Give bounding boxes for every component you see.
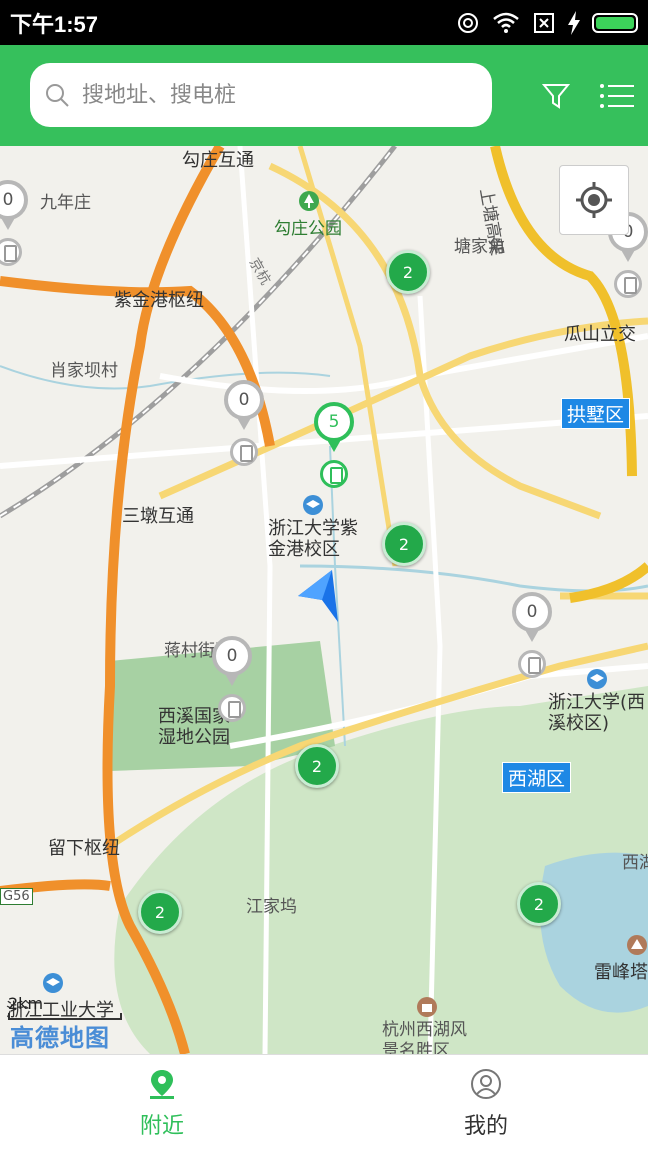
map-label-sandun-interchange: 三墩互通 [122, 506, 194, 527]
no-sim-icon [534, 12, 554, 33]
charging-station-icon [614, 270, 642, 298]
charger-cluster[interactable]: 2 [386, 250, 430, 294]
charger-cluster[interactable]: 2 [295, 744, 339, 788]
highway-badge-g56: G56 [0, 888, 33, 905]
location-pin-icon [150, 1070, 174, 1099]
charger-cluster[interactable]: 2 [138, 890, 182, 934]
user-icon [471, 1069, 501, 1099]
wifi-icon [493, 12, 519, 33]
hotspot-icon [458, 12, 478, 33]
status-icons [456, 10, 638, 35]
header [0, 45, 648, 146]
tab-label: 附近 [139, 1114, 184, 1139]
filter-icon [541, 84, 571, 109]
search-icon [46, 84, 69, 107]
charging-station-icon [518, 650, 546, 678]
landmark-icon [627, 935, 647, 955]
charging-station-icon [0, 238, 22, 266]
pin-count: 5 [314, 402, 354, 442]
locate-me-button[interactable] [559, 165, 629, 235]
filter-button[interactable] [535, 75, 577, 117]
map-label-xihu-lake: 西湖 [622, 853, 648, 873]
charger-cluster[interactable]: 2 [382, 522, 426, 566]
tab-mine[interactable]: 我的 [324, 1055, 648, 1153]
charging-station-icon [230, 438, 258, 466]
bottom-tab-bar: 附近 我的 [0, 1054, 648, 1153]
map-label-leifeng-tower: 雷峰塔 [594, 962, 648, 983]
map-label-jiunianzhuang: 九年庄 [40, 193, 91, 213]
battery-icon [592, 12, 638, 33]
map-label-jiangjiawu: 江家坞 [246, 897, 297, 917]
pin-count: 0 [0, 180, 28, 220]
charger-pin-available[interactable]: 5 [310, 402, 358, 492]
status-time: 下午1:57 [10, 11, 99, 37]
map-label-gouzhuang-interchange: 勾庄互通 [182, 150, 254, 171]
status-bar: 下午1:57 [0, 0, 648, 45]
charger-pin[interactable]: 0 [220, 380, 268, 470]
map-label-zijingang-hub: 紫金港枢纽 [114, 290, 204, 311]
charging-icon [568, 10, 580, 35]
list-icon [600, 84, 634, 108]
scenic-icon [417, 997, 437, 1017]
map-label-guashan-interchange: 瓜山立交 [564, 324, 636, 345]
search-input[interactable] [80, 81, 454, 109]
pin-count: 0 [212, 636, 252, 676]
map-label-gouzhuang-park: 勾庄公园 [274, 219, 342, 239]
pin-count: 0 [512, 592, 552, 632]
crosshair-icon [576, 182, 612, 218]
university-icon [587, 669, 607, 689]
university-icon [303, 495, 323, 515]
charger-pin[interactable]: 0 [508, 592, 556, 682]
park-icon [299, 191, 319, 211]
charging-station-icon [320, 460, 348, 488]
scale-label: 2km [8, 994, 44, 1013]
map-view[interactable]: 勾庄互通 九年庄 勾庄公园 塘家角 上塘高架 紫金港枢纽 瓜山立交 肖家坝村 拱… [0, 146, 648, 1054]
map-label-zju-zijingang: 浙江大学紫金港校区 [268, 518, 358, 560]
search-bar[interactable] [30, 63, 492, 127]
map-scale: 2km [8, 994, 122, 1020]
tab-nearby[interactable]: 附近 [0, 1055, 324, 1153]
current-location-arrow-icon [298, 570, 338, 622]
charger-pin[interactable]: 0 [0, 180, 32, 270]
map-label-zju-xixi: 浙江大学(西溪校区) [548, 692, 646, 734]
charger-cluster[interactable]: 2 [517, 882, 561, 926]
charger-pin[interactable]: 0 [208, 636, 256, 726]
map-label-liuxia-hub: 留下枢纽 [48, 838, 120, 859]
map-label-xiaojiaba: 肖家坝村 [50, 361, 118, 381]
map-label-xihu-district: 西湖区 [502, 762, 572, 793]
amap-logo: 高德地图 [10, 1024, 110, 1052]
list-view-button[interactable] [596, 75, 638, 117]
university-icon [43, 973, 63, 993]
map-label-hz-scenic: 杭州西湖风景名胜区 [382, 1020, 467, 1054]
charging-station-icon [218, 694, 246, 722]
tab-label: 我的 [463, 1114, 508, 1139]
map-label-gongshu-district: 拱墅区 [561, 398, 631, 429]
pin-count: 0 [224, 380, 264, 420]
